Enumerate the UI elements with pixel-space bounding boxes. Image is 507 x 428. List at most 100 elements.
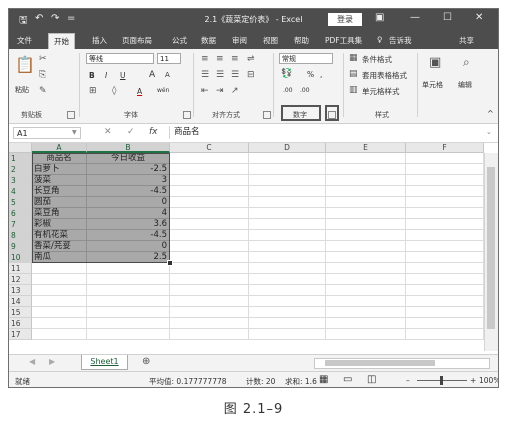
cell-a15[interactable] bbox=[32, 307, 87, 318]
cell-a1[interactable]: 商品名 bbox=[32, 153, 87, 164]
cell-f17[interactable] bbox=[406, 329, 484, 340]
row-header-15[interactable]: 15 bbox=[9, 307, 32, 318]
tab-review[interactable]: 审阅 bbox=[232, 35, 247, 46]
cell-d3[interactable] bbox=[249, 175, 326, 186]
zoom-out-icon[interactable]: – bbox=[406, 376, 410, 385]
cell-f12[interactable] bbox=[406, 274, 484, 285]
formula-input[interactable]: 商品名 bbox=[169, 126, 496, 139]
cell-f1[interactable] bbox=[406, 153, 484, 164]
cell-b17[interactable] bbox=[87, 329, 170, 340]
cell-c5[interactable] bbox=[170, 197, 249, 208]
next-sheet-icon[interactable]: ▶ bbox=[49, 357, 55, 366]
align-top-icon[interactable]: ≡ bbox=[201, 54, 209, 64]
name-box-dropdown-icon[interactable]: ▼ bbox=[72, 129, 77, 136]
column-header-a[interactable]: A bbox=[32, 143, 87, 153]
italic-button[interactable]: I bbox=[105, 71, 107, 80]
cell-d6[interactable] bbox=[249, 208, 326, 219]
cell-a10[interactable]: 南瓜 bbox=[32, 252, 87, 263]
cell-b14[interactable] bbox=[87, 296, 170, 307]
row-header-9[interactable]: 9 bbox=[9, 241, 32, 252]
tab-insert[interactable]: 插入 bbox=[92, 35, 107, 46]
cell-d7[interactable] bbox=[249, 219, 326, 230]
cell-c3[interactable] bbox=[170, 175, 249, 186]
cell-d5[interactable] bbox=[249, 197, 326, 208]
cell-a16[interactable] bbox=[32, 318, 87, 329]
cell-a7[interactable]: 彩椒 bbox=[32, 219, 87, 230]
cell-b13[interactable] bbox=[87, 285, 170, 296]
cell-e4[interactable] bbox=[326, 186, 406, 197]
login-button[interactable]: 登录 bbox=[328, 13, 362, 26]
row-header-13[interactable]: 13 bbox=[9, 285, 32, 296]
row-header-10[interactable]: 10 bbox=[9, 252, 32, 263]
align-left-icon[interactable]: ☰ bbox=[201, 70, 209, 80]
column-header-f[interactable]: F bbox=[406, 143, 484, 153]
increase-indent-icon[interactable]: ⇥ bbox=[216, 86, 224, 96]
tab-file[interactable]: 文件 bbox=[17, 35, 32, 46]
align-center-icon[interactable]: ☰ bbox=[216, 70, 224, 80]
cell-f11[interactable] bbox=[406, 263, 484, 274]
page-break-view-icon[interactable]: ◫ bbox=[367, 374, 376, 385]
cell-e15[interactable] bbox=[326, 307, 406, 318]
font-launcher-icon[interactable] bbox=[183, 111, 191, 119]
column-header-d[interactable]: D bbox=[249, 143, 326, 153]
cell-d13[interactable] bbox=[249, 285, 326, 296]
page-layout-view-icon[interactable]: ▭ bbox=[343, 374, 352, 385]
cell-d12[interactable] bbox=[249, 274, 326, 285]
cell-c9[interactable] bbox=[170, 241, 249, 252]
cell-c16[interactable] bbox=[170, 318, 249, 329]
zoom-level[interactable]: 100% bbox=[479, 376, 498, 385]
alignment-launcher-icon[interactable] bbox=[263, 111, 271, 119]
cell-c15[interactable] bbox=[170, 307, 249, 318]
cell-b3[interactable]: 3 bbox=[87, 175, 170, 186]
search-icon[interactable]: ⌕ bbox=[463, 55, 470, 70]
cell-f16[interactable] bbox=[406, 318, 484, 329]
cell-b8[interactable]: -4.5 bbox=[87, 230, 170, 241]
cell-a6[interactable]: 菜豆角 bbox=[32, 208, 87, 219]
clipboard-launcher-icon[interactable] bbox=[67, 111, 75, 119]
cell-e11[interactable] bbox=[326, 263, 406, 274]
cell-b9[interactable]: 0 bbox=[87, 241, 170, 252]
worksheet-grid[interactable]: A B C D E F 1 商品名 今日收益 2 白萝卜 -2.5 3 菠菜 3 4 长豆角 -4.5 5 圆茄 0 6 菜… bbox=[9, 143, 498, 353]
row-header-16[interactable]: 16 bbox=[9, 318, 32, 329]
cell-d2[interactable] bbox=[249, 164, 326, 175]
cell-c11[interactable] bbox=[170, 263, 249, 274]
tab-help[interactable]: 帮助 bbox=[294, 35, 309, 46]
cell-f9[interactable] bbox=[406, 241, 484, 252]
cell-d1[interactable] bbox=[249, 153, 326, 164]
number-launcher-icon[interactable] bbox=[328, 111, 336, 119]
cell-e16[interactable] bbox=[326, 318, 406, 329]
cell-f14[interactable] bbox=[406, 296, 484, 307]
cell-f10[interactable] bbox=[406, 252, 484, 263]
insert-function-icon[interactable]: fx bbox=[149, 127, 158, 137]
cell-c12[interactable] bbox=[170, 274, 249, 285]
cell-a13[interactable] bbox=[32, 285, 87, 296]
horizontal-scrollbar[interactable] bbox=[314, 358, 490, 369]
cancel-icon[interactable]: ✕ bbox=[104, 127, 112, 137]
cell-d14[interactable] bbox=[249, 296, 326, 307]
tab-formulas[interactable]: 公式 bbox=[172, 35, 187, 46]
cell-d9[interactable] bbox=[249, 241, 326, 252]
phonetic-button[interactable]: wén bbox=[157, 87, 169, 94]
cell-b4[interactable]: -4.5 bbox=[87, 186, 170, 197]
close-button[interactable]: ✕ bbox=[475, 12, 483, 23]
cell-b16[interactable] bbox=[87, 318, 170, 329]
row-header-4[interactable]: 4 bbox=[9, 186, 32, 197]
zoom-slider-knob[interactable] bbox=[440, 376, 443, 385]
cell-d11[interactable] bbox=[249, 263, 326, 274]
cell-c14[interactable] bbox=[170, 296, 249, 307]
expand-formula-bar-icon[interactable]: ⌄ bbox=[486, 128, 492, 136]
cell-e5[interactable] bbox=[326, 197, 406, 208]
tab-data[interactable]: 数据 bbox=[201, 35, 216, 46]
fill-color-icon[interactable]: ◊ bbox=[112, 86, 116, 96]
row-header-5[interactable]: 5 bbox=[9, 197, 32, 208]
row-header-3[interactable]: 3 bbox=[9, 175, 32, 186]
column-header-e[interactable]: E bbox=[326, 143, 406, 153]
cell-a14[interactable] bbox=[32, 296, 87, 307]
cell-a8[interactable]: 有机花菜 bbox=[32, 230, 87, 241]
tab-view[interactable]: 视图 bbox=[263, 35, 278, 46]
vertical-scrollbar[interactable] bbox=[484, 153, 498, 351]
cell-a17[interactable] bbox=[32, 329, 87, 340]
cell-e3[interactable] bbox=[326, 175, 406, 186]
wrap-text-icon[interactable]: ⇌ bbox=[247, 54, 255, 64]
merge-center-icon[interactable]: ⊟ bbox=[247, 70, 255, 80]
